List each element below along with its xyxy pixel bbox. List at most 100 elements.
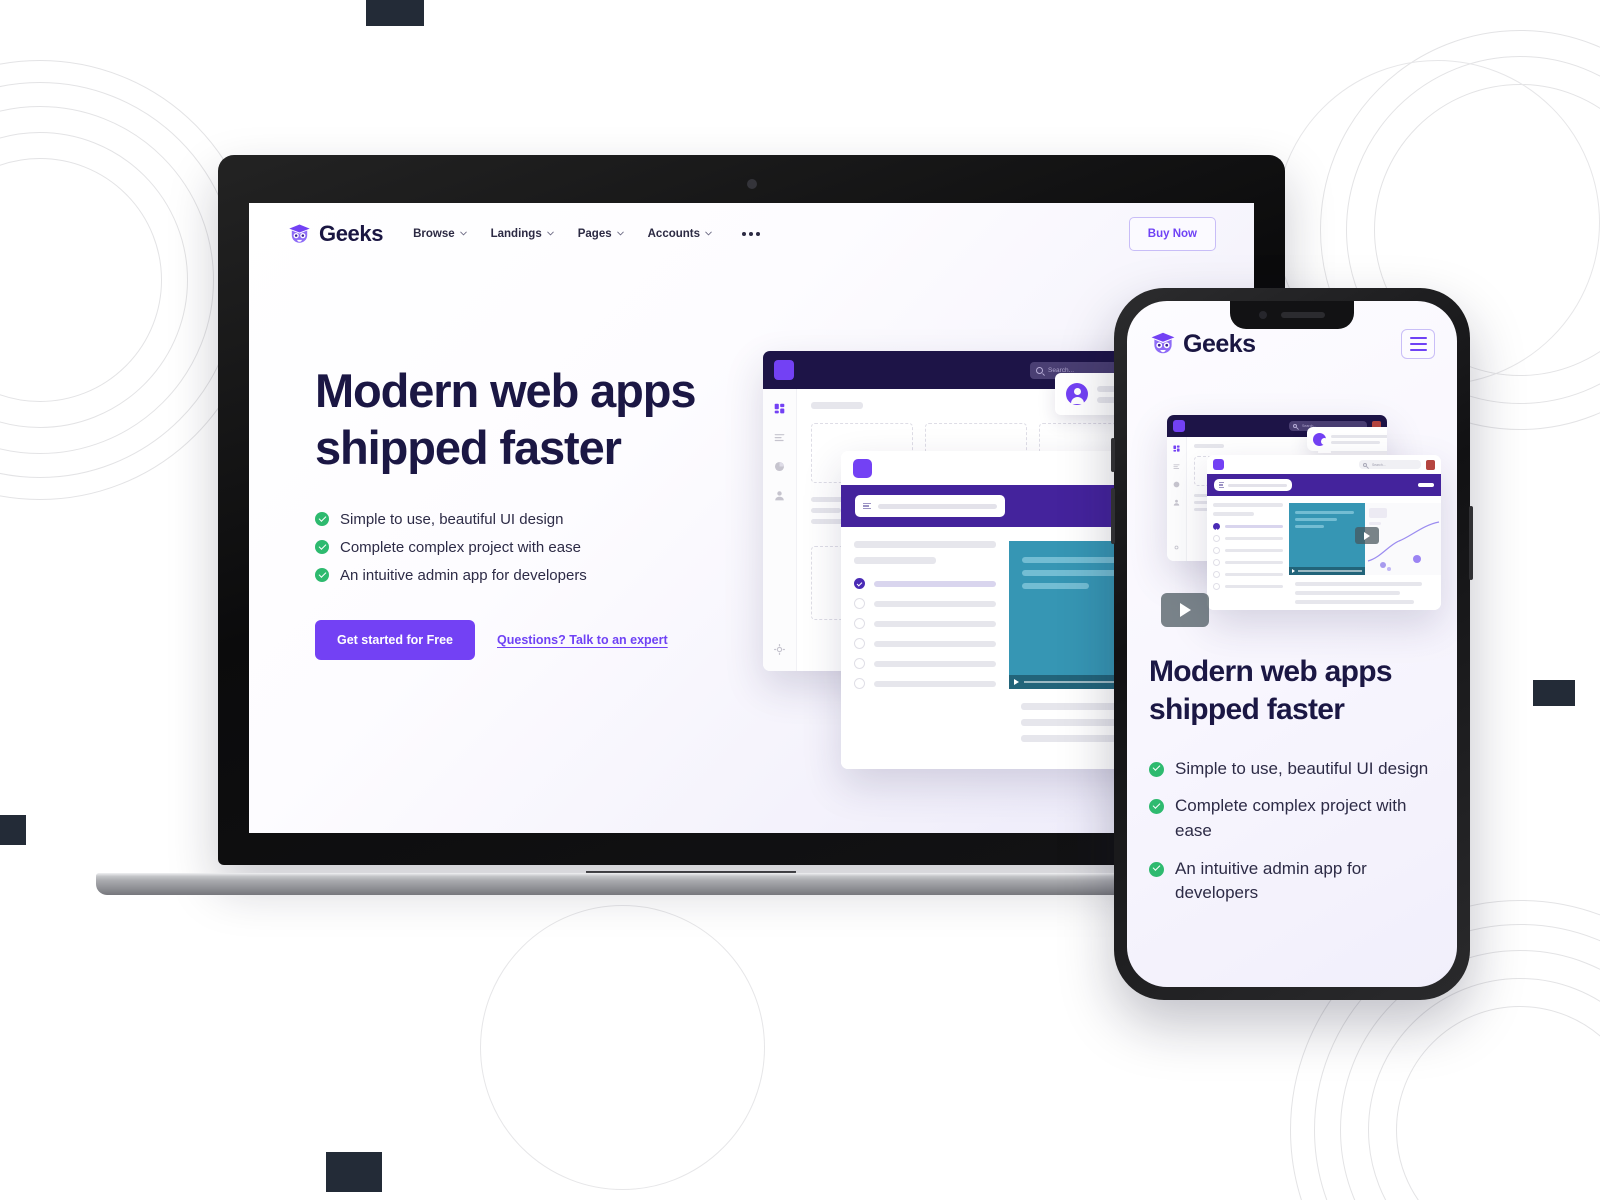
checkbox-empty-icon xyxy=(1213,571,1220,578)
magnifier-icon xyxy=(1036,366,1043,374)
check-circle-icon xyxy=(1149,799,1164,815)
checkbox-empty-icon xyxy=(854,618,865,629)
phone-front-menu-pill[interactable] xyxy=(1214,479,1292,491)
phone-brand-logo[interactable]: Geeks xyxy=(1149,330,1256,359)
dashboard-icon[interactable] xyxy=(1173,445,1180,452)
checklist-item[interactable] xyxy=(854,678,996,689)
hero-feature-list: Simple to use, beautiful UI design Compl… xyxy=(315,511,735,584)
chevron-down-icon xyxy=(459,231,467,236)
feature-item: An intuitive admin app for developers xyxy=(1149,857,1435,906)
speaker-grille-icon xyxy=(1281,312,1325,318)
chevron-down-icon xyxy=(546,231,554,236)
list-icon[interactable] xyxy=(1173,463,1180,470)
checkbox-empty-icon xyxy=(854,678,865,689)
magnifier-icon xyxy=(1363,462,1367,467)
phone-volume-down-button[interactable] xyxy=(1111,488,1115,544)
dashboard-sidebar xyxy=(763,389,797,671)
list-icon[interactable] xyxy=(774,432,785,443)
phone-dashboard-user-card xyxy=(1307,427,1387,453)
feature-item: Complete complex project with ease xyxy=(1149,794,1435,843)
play-small-icon xyxy=(1014,679,1019,685)
phone-hero-headline: Modern web apps shipped faster xyxy=(1149,655,1393,726)
talk-to-expert-link[interactable]: Questions? Talk to an expert xyxy=(497,633,668,647)
page-root: Geeks Browse Landings Pages Accounts Buy… xyxy=(0,0,1600,1200)
checkbox-empty-icon xyxy=(1213,583,1220,590)
decorative-square-left xyxy=(0,815,26,845)
check-circle-icon xyxy=(315,540,329,555)
checkbox-empty-icon xyxy=(1213,535,1220,542)
phone-front-body xyxy=(1207,496,1441,610)
phone-front-action-pill[interactable] xyxy=(1418,483,1434,487)
user-icon[interactable] xyxy=(1173,499,1180,506)
check-circle-icon xyxy=(315,568,329,583)
phone-notch xyxy=(1230,301,1354,329)
laptop-camera-icon xyxy=(746,179,757,189)
checklist-item[interactable] xyxy=(1213,559,1283,566)
phone-hero-section: Modern web apps shipped faster Simple to… xyxy=(1127,615,1457,906)
checklist-item[interactable] xyxy=(854,598,996,609)
feature-item: Simple to use, beautiful UI design xyxy=(315,511,735,528)
notification-badge xyxy=(1426,459,1435,470)
nav-item-label: Pages xyxy=(577,228,612,240)
nav-item-accounts[interactable]: Accounts xyxy=(648,228,712,240)
hamburger-icon xyxy=(1219,481,1224,489)
checkbox-empty-icon xyxy=(1213,547,1220,554)
decorative-square-bottom xyxy=(326,1152,382,1192)
user-icon[interactable] xyxy=(774,490,785,501)
nav-item-label: Landings xyxy=(490,228,542,240)
gear-icon[interactable] xyxy=(774,644,785,655)
checklist-item[interactable] xyxy=(1213,523,1283,530)
get-started-button[interactable]: Get started for Free xyxy=(315,619,476,660)
geek-face-logo-icon xyxy=(1151,332,1175,354)
nav-item-landings[interactable]: Landings xyxy=(491,228,554,240)
checklist-item[interactable] xyxy=(854,658,996,669)
front-window-menu-pill[interactable] xyxy=(855,495,1005,517)
dashboard-icon[interactable] xyxy=(774,403,785,414)
check-circle-icon xyxy=(1149,861,1164,877)
ellipsis-icon[interactable] xyxy=(742,232,761,236)
phone-mockup: Geeks Search... Search... Modern web app… xyxy=(1111,288,1473,1000)
checkbox-empty-icon xyxy=(854,658,865,669)
checklist-item[interactable] xyxy=(854,578,996,589)
nav-item-browse[interactable]: Browse xyxy=(413,228,467,240)
hero-headline: Modern web apps shipped faster xyxy=(315,364,697,474)
pie-chart-icon[interactable] xyxy=(1173,481,1180,488)
buy-now-button[interactable]: Buy Now xyxy=(1128,217,1216,251)
feature-label: An intuitive admin app for developers xyxy=(1175,858,1367,903)
nav-item-label: Accounts xyxy=(647,228,701,240)
phone-video-thumbnail xyxy=(1289,503,1365,575)
laptop-mockup: Geeks Browse Landings Pages Accounts Buy… xyxy=(96,155,1286,915)
feature-item: Complete complex project with ease xyxy=(315,539,735,556)
magnifier-icon xyxy=(1293,424,1297,428)
hamburger-icon xyxy=(863,502,871,510)
hamburger-menu-icon[interactable] xyxy=(1401,329,1435,359)
brand-logo[interactable]: Geeks xyxy=(287,221,383,247)
phone-front-content xyxy=(1289,496,1441,610)
phone-video-preview[interactable] xyxy=(1289,503,1441,575)
nav-item-pages[interactable]: Pages xyxy=(578,228,624,240)
checklist-item[interactable] xyxy=(1213,547,1283,554)
checklist-item[interactable] xyxy=(1213,583,1283,590)
phone-video-controls[interactable] xyxy=(1289,567,1365,575)
search-placeholder: Search... xyxy=(1372,462,1386,467)
phone-front-search[interactable]: Search... xyxy=(1359,460,1421,469)
phone-dashboard-window-front: Search... xyxy=(1207,455,1441,610)
phone-power-button[interactable] xyxy=(1469,506,1473,580)
checklist-item[interactable] xyxy=(1213,571,1283,578)
nav-item-label: Browse xyxy=(413,228,455,240)
play-button-icon[interactable] xyxy=(1355,527,1379,544)
phone-volume-up-button[interactable] xyxy=(1111,438,1115,472)
chevron-down-icon xyxy=(616,231,624,236)
pie-chart-icon[interactable] xyxy=(774,461,785,472)
feature-label: Simple to use, beautiful UI design xyxy=(340,510,564,528)
app-logo-square-icon xyxy=(1173,420,1185,432)
phone-front-purple-bar xyxy=(1207,474,1441,496)
play-button-icon[interactable] xyxy=(1161,593,1209,627)
checklist-item[interactable] xyxy=(1213,535,1283,542)
decorative-square-right xyxy=(1533,680,1575,706)
checklist-panel xyxy=(841,527,1009,769)
checklist-item[interactable] xyxy=(854,618,996,629)
geek-face-logo-icon xyxy=(289,224,310,243)
checklist-item[interactable] xyxy=(854,638,996,649)
gear-icon[interactable] xyxy=(1173,544,1180,551)
